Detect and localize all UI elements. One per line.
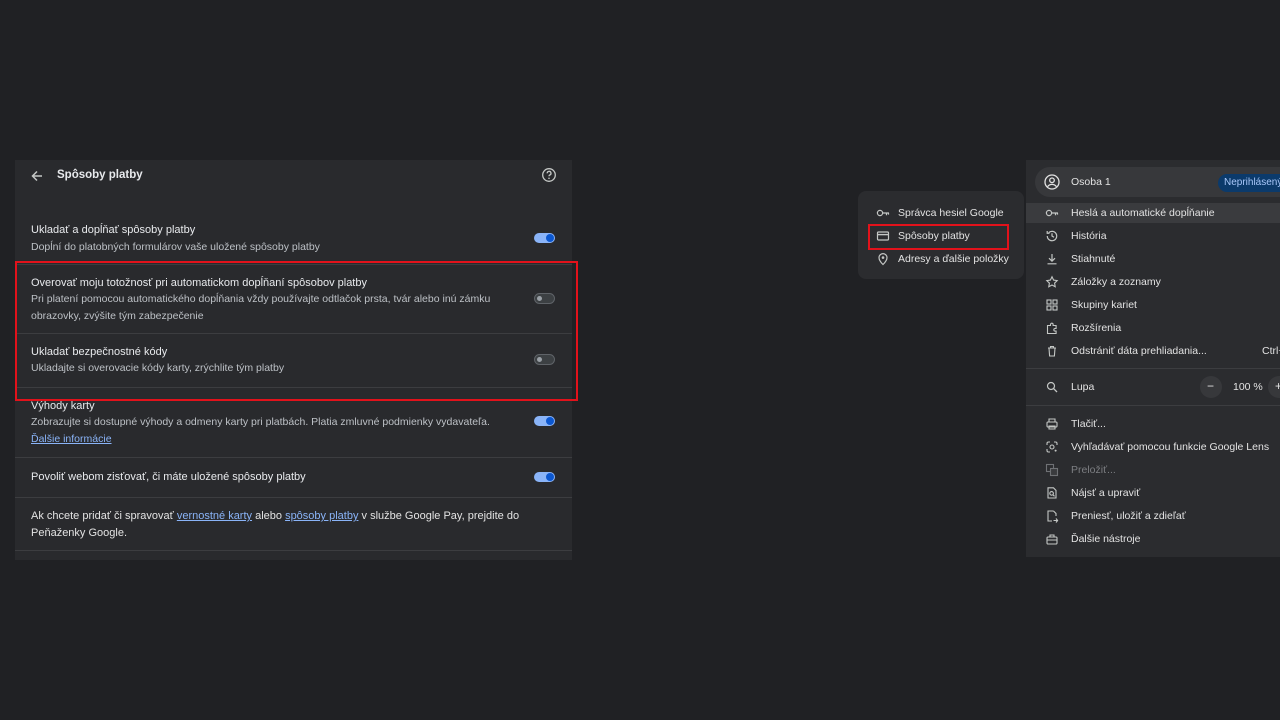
setting-description: Pri platení pomocou automatického dopĺňa…: [31, 293, 491, 322]
toggle-allow-sites-check[interactable]: [534, 472, 555, 482]
menu-item-label: Skupiny kariet: [1071, 299, 1137, 311]
menu-item-label: Nájsť a upraviť: [1071, 487, 1141, 499]
zoom-in-label: +: [1275, 379, 1280, 393]
menu-item-label: Tlačiť...: [1071, 418, 1106, 430]
footer-text-start: Ak chcete pridať či spravovať: [31, 510, 177, 522]
submenu-label: Adresy a ďalšie položky: [898, 253, 1009, 265]
menu-item-label: Preniesť, uložiť a zdieľať: [1071, 510, 1186, 522]
menu-item-extensions[interactable]: Rozšírenia: [1026, 318, 1280, 338]
setting-row-allow-sites-check: Povoliť webom zisťovať, či máte uložené …: [15, 457, 572, 498]
menu-item-history[interactable]: História: [1026, 226, 1280, 246]
zoom-out-label: −: [1207, 379, 1215, 393]
google-pay-footer: Ak chcete pridať či spravovať vernostné …: [15, 497, 572, 551]
menu-item-label: Záložky a zoznamy: [1071, 276, 1161, 288]
toggle-card-benefits[interactable]: [534, 416, 555, 426]
setting-description: Zobrazujte si dostupné výhody a odmeny k…: [31, 416, 490, 428]
key-icon: [1045, 206, 1059, 220]
toolbox-icon: [1045, 532, 1059, 546]
menu-item-label: História: [1071, 230, 1107, 242]
menu-item-find-edit[interactable]: Nájsť a upraviť: [1026, 483, 1280, 503]
zoom-out-button[interactable]: −: [1200, 376, 1222, 398]
learn-more-link[interactable]: Ďalšie informácie: [31, 431, 112, 448]
submenu-item-addresses[interactable]: Adresy a ďalšie položky: [876, 249, 1016, 269]
setting-title: Povoliť webom zisťovať, či máte uložené …: [31, 471, 306, 483]
setting-row-save-payment-methods: Ukladať a dopĺňať spôsoby platby Dopĺní …: [15, 212, 572, 265]
zoom-value: 100 %: [1233, 381, 1263, 393]
extensions-icon: [1045, 321, 1059, 335]
profile-chip[interactable]: Osoba 1 Neprihlásený: [1035, 167, 1280, 197]
menu-item-label: Odstrániť dáta prehliadania...: [1071, 345, 1207, 357]
setting-title: Overovať moju totožnosť pri automatickom…: [31, 277, 367, 289]
setting-title: Ukladať a dopĺňať spôsoby platby: [31, 224, 196, 236]
location-pin-icon: [876, 252, 890, 266]
key-icon: [876, 206, 890, 220]
zoom-in-button[interactable]: +: [1268, 376, 1280, 398]
submenu-label: Správca hesiel Google: [898, 207, 1004, 219]
history-icon: [1045, 229, 1059, 243]
menu-divider: [1026, 405, 1280, 406]
menu-item-print[interactable]: Tlačiť...: [1026, 414, 1280, 434]
zoom-label: Lupa: [1071, 381, 1095, 393]
menu-item-shortcut: Ctrl+: [1262, 345, 1280, 357]
menu-item-translate: Preložiť...: [1026, 460, 1280, 480]
loyalty-cards-link[interactable]: vernostné karty: [177, 510, 252, 522]
payment-methods-link[interactable]: spôsoby platby: [285, 510, 358, 522]
find-icon: [1045, 486, 1059, 500]
tab-groups-icon: [1045, 298, 1059, 312]
menu-item-cast-save-share[interactable]: Preniesť, uložiť a zdieľať: [1026, 506, 1280, 526]
trash-icon: [1045, 344, 1059, 358]
setting-title: Výhody karty: [31, 400, 95, 412]
menu-item-passwords-autofill[interactable]: Heslá a automatické dopĺňanie: [1026, 203, 1280, 223]
footer-text-middle: alebo: [252, 510, 286, 522]
back-arrow-icon[interactable]: [29, 168, 45, 184]
submenu-item-payment-methods[interactable]: Spôsoby platby: [876, 226, 1016, 246]
menu-item-more-tools[interactable]: Ďalšie nástroje: [1026, 529, 1280, 549]
setting-row-verify-identity: Overovať moju totožnosť pri automatickom…: [15, 264, 572, 334]
menu-item-label: Preložiť...: [1071, 464, 1116, 476]
sign-in-status-badge[interactable]: Neprihlásený: [1218, 174, 1280, 192]
menu-item-label: Heslá a automatické dopĺňanie: [1071, 207, 1215, 219]
menu-item-zoom: Lupa: [1026, 377, 1196, 397]
google-pay-text: Ak chcete pridať či spravovať vernostné …: [31, 508, 561, 541]
magnifier-icon: [1045, 380, 1059, 394]
account-circle-icon: [1044, 174, 1060, 190]
setting-row-card-benefits: Výhody karty Zobrazujte si dostupné výho…: [15, 387, 572, 458]
submenu-item-password-manager[interactable]: Správca hesiel Google: [876, 203, 1016, 223]
submenu-label: Spôsoby platby: [898, 230, 970, 242]
menu-item-google-lens[interactable]: Vyhľadávať pomocou funkcie Google Lens: [1026, 437, 1280, 457]
payment-methods-settings-panel: Spôsoby platby Ukladať a dopĺňať spôsoby…: [15, 160, 572, 560]
credit-card-icon: [876, 229, 890, 243]
menu-item-label: Rozšírenia: [1071, 322, 1122, 334]
profile-name: Osoba 1: [1071, 176, 1111, 188]
toggle-save-security-codes[interactable]: [534, 354, 555, 365]
setting-row-save-security-codes: Ukladať bezpečnostné kódy Ukladajte si o…: [15, 333, 572, 388]
setting-description: Ukladajte si overovacie kódy karty, zrýc…: [31, 362, 285, 374]
translate-icon: [1045, 463, 1059, 477]
chrome-main-menu: Osoba 1 Neprihlásený Heslá a automatické…: [1026, 160, 1280, 557]
share-icon: [1045, 509, 1059, 523]
setting-title: Ukladať bezpečnostné kódy: [31, 346, 168, 358]
toggle-verify-identity[interactable]: [534, 293, 555, 304]
autofill-submenu: Správca hesiel Google Spôsoby platby Adr…: [858, 191, 1024, 279]
help-icon[interactable]: [541, 167, 557, 183]
setting-description: Dopĺní do platobných formulárov vaše ulo…: [31, 241, 320, 253]
settings-header: Spôsoby platby: [15, 160, 572, 190]
menu-item-label: Stiahnuté: [1071, 253, 1116, 265]
star-icon: [1045, 275, 1059, 289]
menu-divider: [1026, 368, 1280, 369]
menu-item-bookmarks[interactable]: Záložky a zoznamy: [1026, 272, 1280, 292]
lens-icon: [1045, 440, 1059, 454]
menu-item-downloads[interactable]: Stiahnuté: [1026, 249, 1280, 269]
download-icon: [1045, 252, 1059, 266]
toggle-save-payment-methods[interactable]: [534, 233, 555, 243]
menu-item-label: Ďalšie nástroje: [1071, 533, 1141, 545]
print-icon: [1045, 417, 1059, 431]
menu-item-tab-groups[interactable]: Skupiny kariet: [1026, 295, 1280, 315]
menu-item-clear-browsing-data[interactable]: Odstrániť dáta prehliadania... Ctrl+: [1026, 341, 1280, 361]
menu-item-label: Vyhľadávať pomocou funkcie Google Lens: [1071, 441, 1270, 453]
page-title: Spôsoby platby: [57, 169, 143, 181]
